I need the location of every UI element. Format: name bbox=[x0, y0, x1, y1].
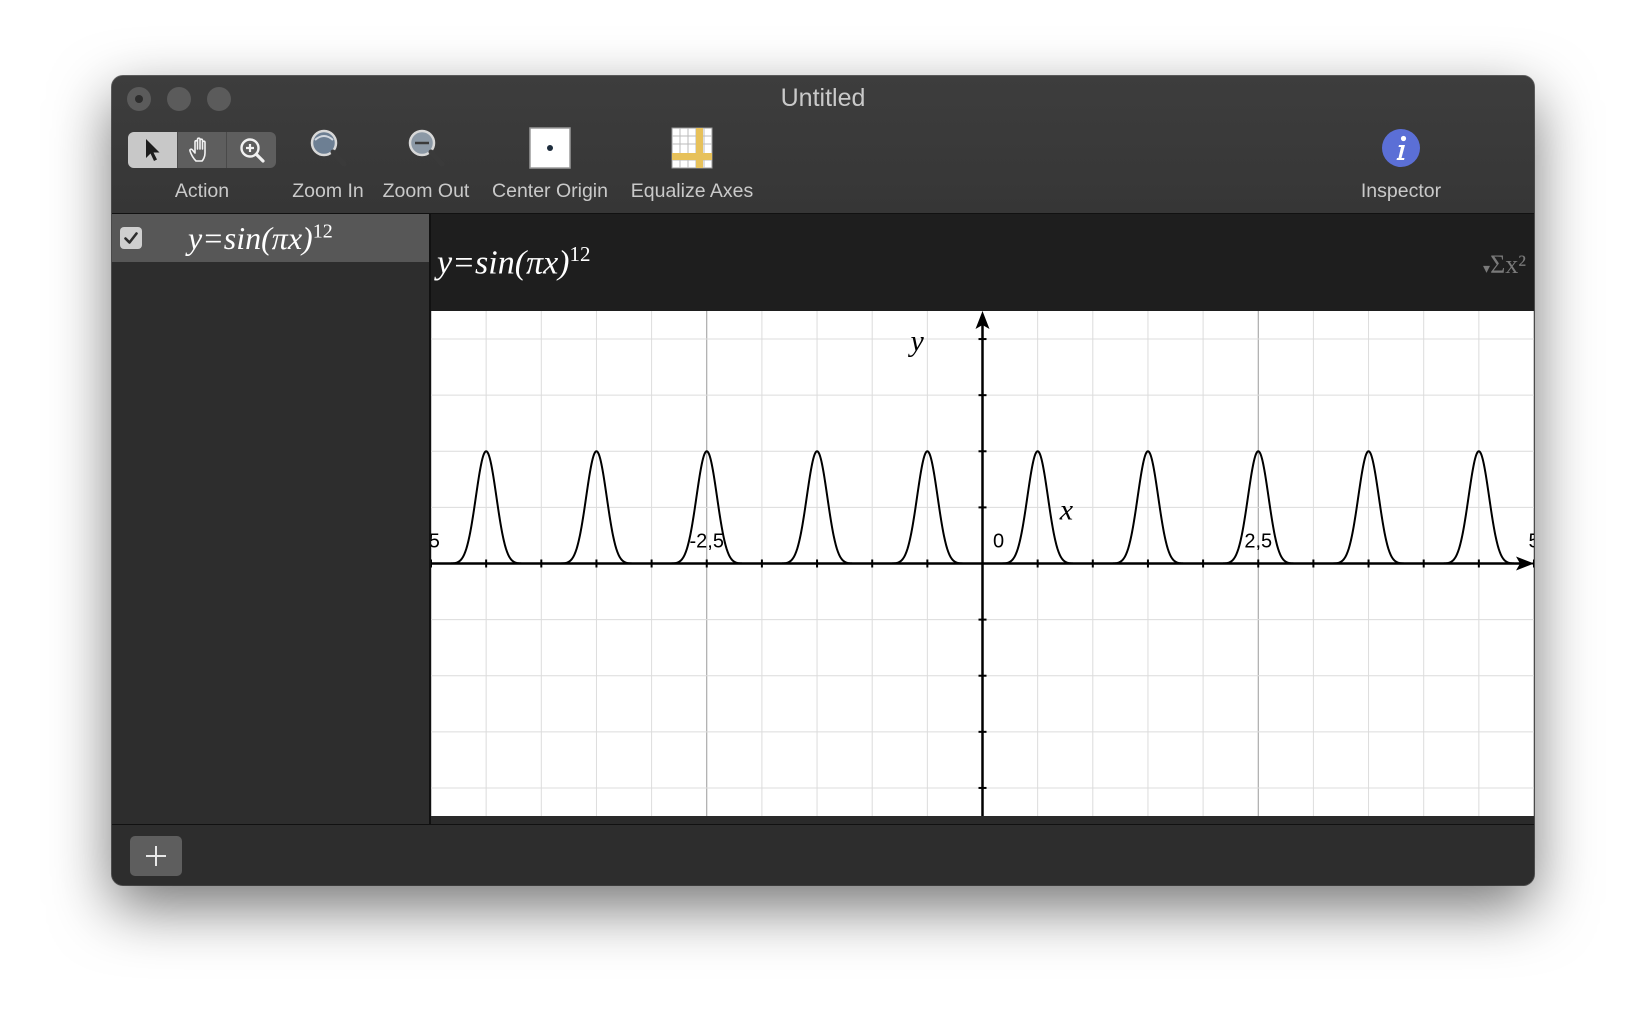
equation-editor-text[interactable]: y=sin(πx)12 bbox=[437, 242, 590, 282]
arrow-tool-button[interactable] bbox=[128, 132, 178, 168]
checkmark-icon bbox=[124, 232, 138, 244]
x-tick-label: 5 bbox=[1528, 531, 1534, 553]
add-equation-button[interactable] bbox=[130, 836, 182, 876]
x-tick-label: -2,5 bbox=[690, 531, 724, 553]
equation-visible-checkbox[interactable] bbox=[120, 227, 142, 249]
zoom-out-button[interactable]: Zoom Out bbox=[381, 124, 471, 203]
equation-editor[interactable]: y=sin(πx)12 ▾Σx² bbox=[431, 214, 1534, 312]
inspector-label: Inspector bbox=[1360, 180, 1442, 202]
toolbar: Untitled Action Zoom In Zoom Out Center … bbox=[112, 76, 1534, 214]
y-axis-label: y bbox=[908, 324, 925, 357]
action-label: Action bbox=[174, 180, 230, 202]
zoom-in-icon bbox=[310, 129, 347, 167]
hand-tool-button[interactable] bbox=[178, 132, 228, 168]
arrow-icon bbox=[146, 139, 160, 161]
x-tick-label: -5 bbox=[431, 531, 440, 553]
graph-plot: -5 -2,5 0 2,5 5 x y bbox=[422, 311, 1534, 816]
inspector-button[interactable]: Inspector bbox=[1354, 124, 1448, 203]
x-tick-label: 2,5 bbox=[1244, 531, 1272, 553]
zoom-out-label: Zoom Out bbox=[382, 180, 470, 202]
magnify-tool-button[interactable] bbox=[227, 132, 276, 168]
insert-symbol-menu[interactable]: ▾Σx² bbox=[1483, 250, 1526, 280]
hand-icon bbox=[189, 137, 206, 162]
center-origin-label: Center Origin bbox=[492, 180, 608, 202]
center-origin-button[interactable]: Center Origin bbox=[486, 124, 614, 203]
x-tick-label: 0 bbox=[993, 531, 1004, 553]
plus-icon bbox=[146, 846, 166, 866]
bottom-bar bbox=[112, 824, 1534, 885]
equation-label: y=sin(πx)12 bbox=[188, 219, 333, 256]
magnify-icon bbox=[239, 138, 265, 163]
app-window: Untitled Action Zoom In Zoom Out Center … bbox=[112, 76, 1534, 885]
zoom-in-label: Zoom In bbox=[292, 180, 364, 202]
equalize-axes-icon bbox=[671, 127, 713, 169]
equation-list: y=sin(πx)12 bbox=[112, 214, 431, 825]
zoom-in-button[interactable]: Zoom In bbox=[292, 124, 364, 203]
equalize-axes-label: Equalize Axes bbox=[630, 180, 754, 202]
x-axis-label: x bbox=[1059, 494, 1074, 527]
center-origin-icon bbox=[529, 127, 571, 169]
window-title: Untitled bbox=[780, 84, 866, 112]
action-mode-control[interactable] bbox=[128, 132, 276, 168]
equalize-axes-button[interactable]: Equalize Axes bbox=[625, 124, 759, 203]
zoom-out-icon bbox=[408, 129, 445, 167]
equation-list-item[interactable]: y=sin(πx)12 bbox=[112, 214, 429, 262]
graph-canvas[interactable]: -5 -2,5 0 2,5 5 x y bbox=[422, 311, 1534, 816]
info-icon bbox=[1382, 129, 1420, 167]
